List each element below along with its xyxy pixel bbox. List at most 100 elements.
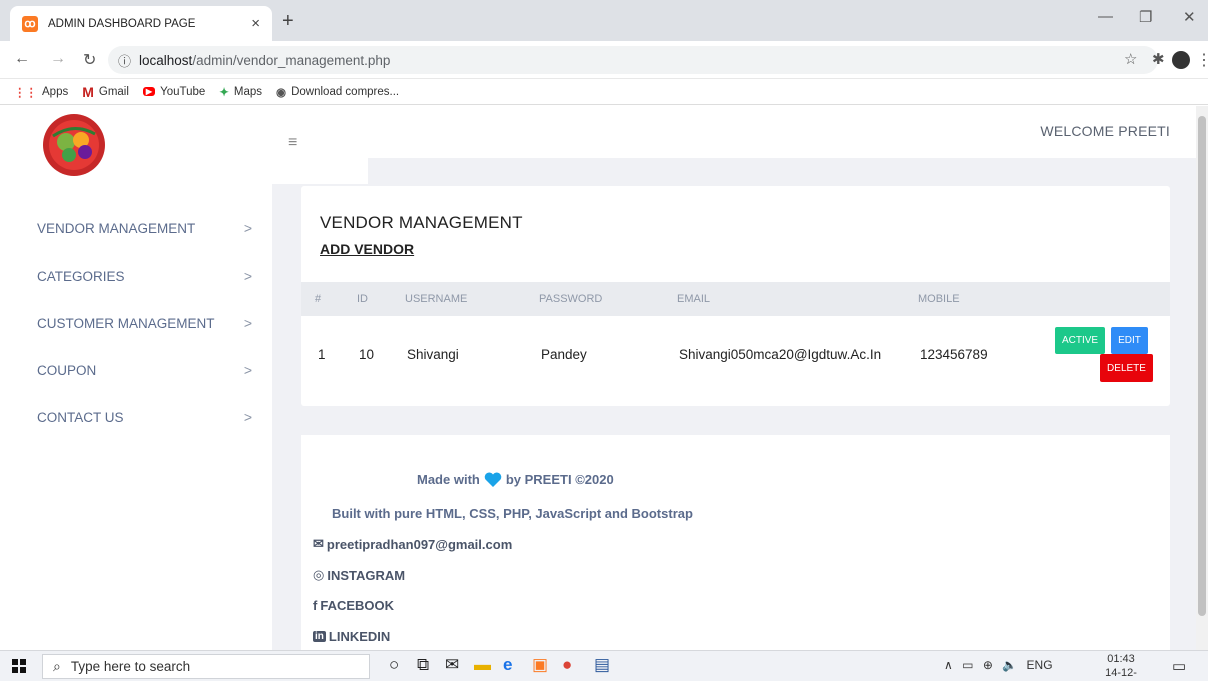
footer-facebook-link[interactable]: f FACEBOOK <box>313 598 394 613</box>
bookmark-star-icon[interactable]: ☆ <box>1124 50 1137 68</box>
sidebar-item-label: COUPON <box>37 362 97 378</box>
made-with-line: Made with by PREETI ©2020 <box>417 472 614 487</box>
cell-id: 10 <box>359 347 375 362</box>
sidebar-item-label: CATEGORIES <box>37 268 125 284</box>
address-bar-row: ← → ↻ ⓘ localhost/admin/vendor_managemen… <box>0 41 1208 79</box>
built-with-text: Built with pure HTML, CSS, PHP, JavaScri… <box>332 506 693 521</box>
browser-menu-icon[interactable]: ⋮ <box>1196 50 1208 70</box>
maps-icon: ✦ <box>219 86 229 99</box>
url-host: localhost <box>139 52 193 68</box>
scrollbar-thumb[interactable] <box>1198 116 1206 616</box>
chevron-right-icon: > <box>243 220 252 236</box>
minimize-icon[interactable]: — <box>1098 8 1113 25</box>
profile-avatar[interactable] <box>1172 51 1190 69</box>
table-header: # ID USERNAME PASSWORD EMAIL MOBILE <box>301 282 1170 316</box>
page-scrollbar[interactable] <box>1196 106 1208 650</box>
browser-tab[interactable]: ꝏ ADMIN DASHBOARD PAGE × <box>10 6 272 41</box>
delete-button[interactable]: DELETE <box>1100 354 1153 382</box>
column-header-password: PASSWORD <box>539 293 603 305</box>
column-header-id: ID <box>357 293 368 305</box>
gmail-icon: M <box>82 83 94 100</box>
welcome-text: WELCOME PREETI <box>1040 123 1170 139</box>
notification-icon[interactable]: ▭ <box>1172 657 1186 675</box>
linkedin-icon: in <box>313 631 326 642</box>
bookmark-download[interactable]: ◉ Download compres... <box>276 85 399 99</box>
restore-icon[interactable]: ❐ <box>1139 8 1152 26</box>
cell-email: Shivangi050mca20@Igdtuw.Ac.In <box>679 347 882 362</box>
sidebar-item-label: CONTACT US <box>37 409 124 425</box>
chevron-right-icon: > <box>243 315 252 331</box>
file-explorer-icon[interactable]: ▬ <box>474 655 491 675</box>
language-indicator[interactable]: ENG <box>1027 658 1053 672</box>
active-button[interactable]: ACTIVE <box>1055 327 1105 354</box>
column-header-email: EMAIL <box>677 293 711 305</box>
sidebar-item-customer-management[interactable]: CUSTOMER MANAGEMENT > <box>37 315 252 331</box>
footer: Made with by PREETI ©2020 Built with pur… <box>301 435 1170 650</box>
instagram-icon: ◎ <box>313 567 325 582</box>
column-header-num: # <box>315 293 322 305</box>
bookmark-maps[interactable]: ✦ Maps <box>219 85 262 99</box>
system-tray: ∧ ▭ ⊕ 🔈 ENG <box>944 658 1053 672</box>
chrome-icon[interactable]: ● <box>562 655 572 675</box>
url-input[interactable]: ⓘ localhost/admin/vendor_management.php <box>108 46 1158 74</box>
windows-start-icon[interactable] <box>12 659 26 673</box>
globe-icon: ◉ <box>276 86 287 99</box>
vegetable-logo-icon[interactable] <box>33 112 115 178</box>
info-icon[interactable]: ⓘ <box>118 51 131 70</box>
battery-icon[interactable]: ▭ <box>962 658 973 672</box>
new-tab-button[interactable]: + <box>282 10 294 33</box>
reload-icon[interactable]: ↻ <box>83 50 96 70</box>
network-globe-icon[interactable]: ⊕ <box>983 658 993 672</box>
top-header: ≡ WELCOME PREETI <box>272 106 1196 158</box>
heart-icon <box>484 472 502 487</box>
volume-icon[interactable]: 🔈 <box>1002 658 1017 672</box>
windows-taskbar: ⌕ Type here to search ○ ⧉ ✉ ▬ e ▣ ● ▤ ∧ … <box>0 650 1208 681</box>
apps-grid-icon: ⋮⋮ <box>14 86 37 99</box>
footer-email-link[interactable]: ✉ preetipradhan097@gmail.com <box>313 536 512 552</box>
edge-icon[interactable]: e <box>503 655 512 675</box>
chevron-up-icon[interactable]: ∧ <box>944 658 953 672</box>
clock[interactable]: 01:43 14-12-2020 <box>1096 652 1146 681</box>
chevron-right-icon: > <box>243 268 252 284</box>
cell-password: Pandey <box>541 347 587 362</box>
bookmark-apps[interactable]: ⋮⋮ Apps <box>14 85 68 99</box>
envelope-icon: ✉ <box>313 536 324 551</box>
bookmark-gmail[interactable]: M Gmail <box>82 84 129 100</box>
page-viewport: VENDOR MANAGEMENT > CATEGORIES > CUSTOME… <box>0 106 1196 650</box>
chevron-right-icon: > <box>243 409 252 425</box>
clock-date: 14-12-2020 <box>1105 667 1137 679</box>
taskbar-search-input[interactable]: ⌕ Type here to search <box>42 654 370 679</box>
sidebar-item-contact-us[interactable]: CONTACT US > <box>37 409 252 425</box>
window-close-icon[interactable]: ✕ <box>1183 8 1196 26</box>
sidebar-item-vendor-management[interactable]: VENDOR MANAGEMENT > <box>37 220 252 236</box>
tab-title: ADMIN DASHBOARD PAGE <box>48 17 196 30</box>
sidebar-item-categories[interactable]: CATEGORIES > <box>37 268 252 284</box>
xampp-favicon-icon: ꝏ <box>22 15 38 32</box>
cell-num: 1 <box>318 347 326 362</box>
tab-close-icon[interactable]: × <box>251 15 260 32</box>
edit-button[interactable]: EDIT <box>1111 327 1148 354</box>
column-header-username: USERNAME <box>405 293 468 305</box>
footer-instagram-link[interactable]: ◎ INSTAGRAM <box>313 567 405 583</box>
mail-icon[interactable]: ✉ <box>445 655 459 675</box>
browser-tab-bar: ꝏ ADMIN DASHBOARD PAGE × + — ❐ ✕ <box>0 0 1208 41</box>
bookmarks-bar: ⋮⋮ Apps M Gmail ▶ YouTube ✦ Maps ◉ Download c… <box>0 79 1208 105</box>
cortana-circle-icon[interactable]: ○ <box>389 655 399 675</box>
hamburger-menu-icon[interactable]: ≡ <box>288 134 297 152</box>
task-view-icon[interactable]: ⧉ <box>417 655 429 675</box>
back-arrow-icon[interactable]: ← <box>14 50 30 68</box>
xampp-icon[interactable]: ▣ <box>532 655 548 675</box>
word-icon[interactable]: ▤ <box>594 655 610 675</box>
facebook-icon: f <box>313 598 318 613</box>
forward-arrow-icon[interactable]: → <box>50 50 66 68</box>
page-title: VENDOR MANAGEMENT <box>320 213 523 232</box>
add-vendor-link[interactable]: ADD VENDOR <box>320 241 414 257</box>
footer-linkedin-link[interactable]: in LINKEDIN <box>313 629 390 644</box>
sidebar-item-label: VENDOR MANAGEMENT <box>37 220 196 236</box>
column-header-mobile: MOBILE <box>918 293 960 305</box>
chevron-right-icon: > <box>243 362 252 378</box>
sidebar-item-coupon[interactable]: COUPON > <box>37 362 252 378</box>
extensions-puzzle-icon[interactable]: ✱ <box>1152 50 1165 68</box>
header-tab-notch <box>272 158 368 184</box>
bookmark-youtube[interactable]: ▶ YouTube <box>142 86 205 98</box>
